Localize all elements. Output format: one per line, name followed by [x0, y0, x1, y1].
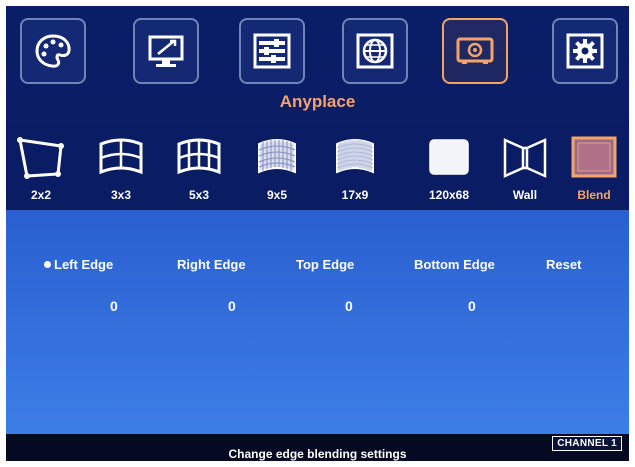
osd-screen: Anyplace 2x2 3x3 5x3 9x5 17x9 120x68 Wal… [6, 6, 629, 461]
blend-icon [571, 136, 617, 178]
menu-title: Anyplace [279, 92, 356, 111]
monitor-edit-icon [148, 35, 184, 67]
tab-adjust[interactable] [239, 18, 305, 84]
bottom-edge-label: Bottom Edge [414, 257, 495, 272]
left-edge-label: Left Edge [54, 257, 114, 272]
mode-row: 2x2 3x3 5x3 9x5 17x9 120x68 Wall Blend [6, 132, 629, 212]
palette-icon [35, 34, 71, 68]
curve-9x5-icon [258, 139, 296, 174]
curve-120x68-icon [429, 139, 469, 175]
mode-9x5[interactable]: 9x5 [242, 132, 312, 208]
left-edge-option[interactable]: Left Edge [44, 257, 113, 272]
gear-icon [566, 33, 604, 69]
top-edge-value[interactable]: 0 [345, 298, 353, 314]
reset-label: Reset [546, 257, 582, 272]
mode-2x2[interactable]: 2x2 [6, 132, 76, 208]
mode-label: 17x9 [341, 188, 369, 202]
mode-label: 120x68 [428, 188, 470, 202]
channel-badge: CHANNEL 1 [552, 436, 622, 451]
mode-wall[interactable]: Wall [490, 132, 560, 208]
edge-settings-row: Left Edge Right Edge Top Edge Bottom Edg… [6, 257, 629, 277]
curve-17x9-icon [336, 139, 374, 174]
mode-17x9[interactable]: 17x9 [320, 132, 390, 208]
left-edge-value[interactable]: 0 [110, 298, 118, 314]
mode-120x68[interactable]: 120x68 [414, 132, 484, 208]
settings-panel: Left Edge Right Edge Top Edge Bottom Edg… [6, 210, 629, 434]
reset-button[interactable]: Reset [546, 257, 581, 272]
status-bar: Change edge blending settings CHANNEL 1 [6, 434, 629, 461]
tab-palette[interactable] [20, 18, 86, 84]
tab-globe[interactable] [342, 18, 408, 84]
mode-label: 3x3 [110, 188, 132, 202]
help-text: Change edge blending settings [228, 447, 407, 461]
mode-label: Wall [512, 188, 538, 202]
mode-label: 2x2 [30, 188, 52, 202]
top-edge-option[interactable]: Top Edge [296, 257, 354, 272]
grid-2x2-icon [17, 137, 64, 179]
right-edge-label: Right Edge [177, 257, 246, 272]
mode-label: 9x5 [266, 188, 288, 202]
top-menu-area: Anyplace 2x2 3x3 5x3 9x5 17x9 120x68 Wal… [6, 6, 629, 210]
sliders-icon [253, 33, 291, 69]
mode-5x3[interactable]: 5x3 [164, 132, 234, 208]
selection-bullet-icon [44, 261, 51, 269]
curve-3x3-icon [99, 138, 143, 175]
mode-3x3[interactable]: 3x3 [86, 132, 156, 208]
bottom-edge-value[interactable]: 0 [468, 298, 476, 314]
right-edge-option[interactable]: Right Edge [177, 257, 246, 272]
tab-display[interactable] [133, 18, 199, 84]
bottom-edge-option[interactable]: Bottom Edge [414, 257, 495, 272]
wall-icon [503, 138, 547, 178]
top-edge-label: Top Edge [296, 257, 355, 272]
right-edge-value[interactable]: 0 [228, 298, 236, 314]
tab-projector[interactable] [442, 18, 508, 84]
mode-blend[interactable]: Blend [559, 132, 629, 208]
curve-5x3-icon [177, 138, 221, 175]
globe-icon [356, 33, 394, 69]
mode-label: 5x3 [188, 188, 210, 202]
projector-icon [456, 37, 494, 64]
mode-label: Blend [577, 188, 611, 202]
menu-tabs [6, 18, 629, 88]
tab-settings[interactable] [552, 18, 618, 84]
